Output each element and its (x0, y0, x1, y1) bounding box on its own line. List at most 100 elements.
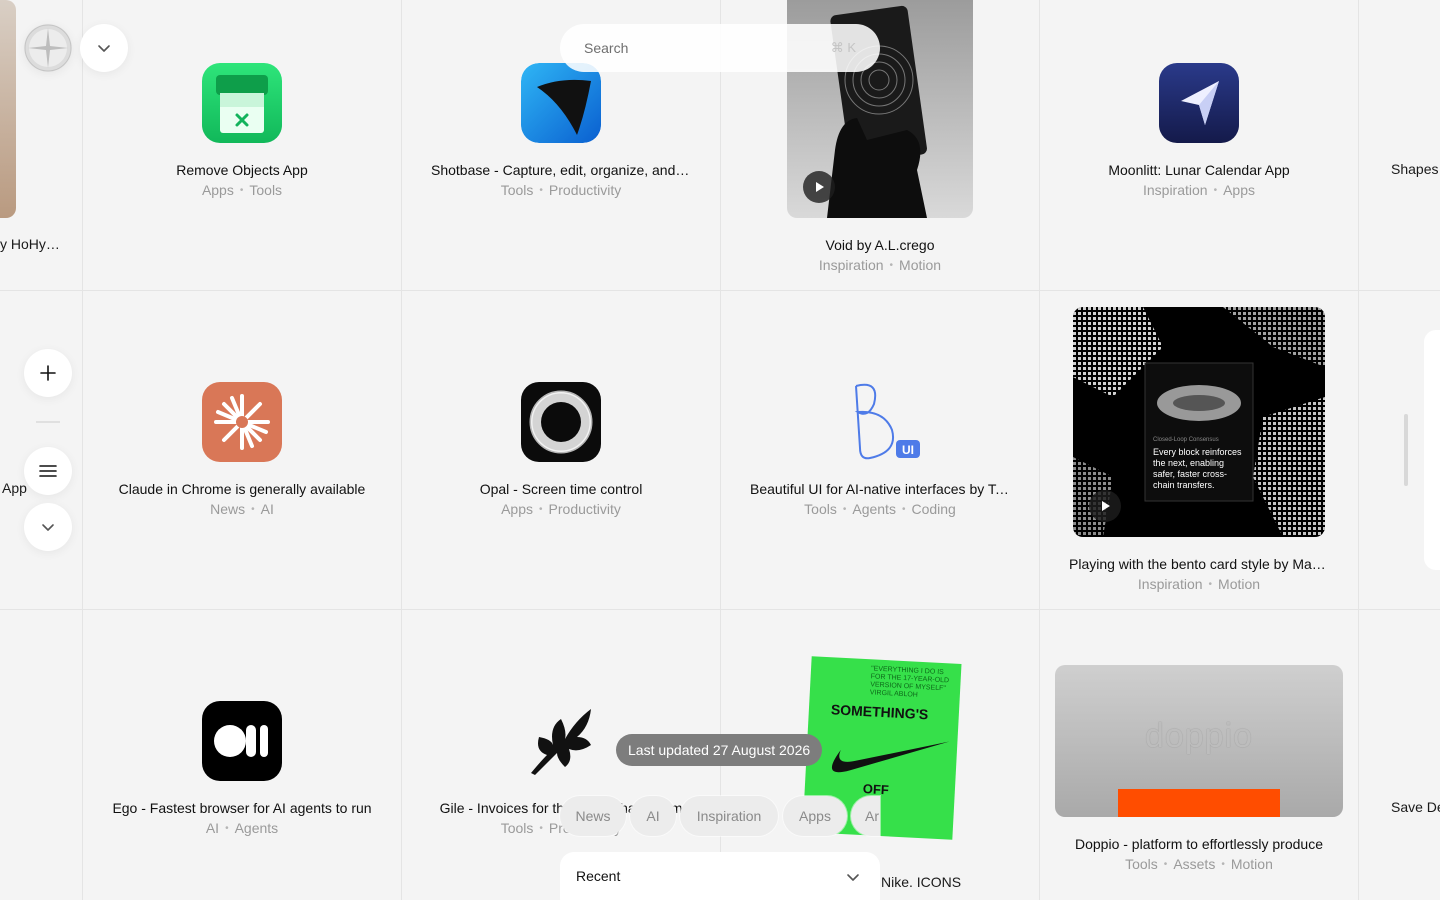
search-input[interactable]: Search (584, 40, 628, 56)
claude-app-icon (202, 382, 282, 462)
tag[interactable]: Inspiration (819, 257, 884, 273)
hamburger-icon (39, 465, 57, 477)
card-title: Ego - Fastest browser for AI agents to r… (112, 800, 372, 816)
tag[interactable]: AI (206, 820, 219, 836)
zoom-in-button[interactable] (24, 349, 72, 397)
card-title: Doppio - platform to effortlessly produc… (1075, 836, 1323, 852)
card-tags: Inspiration • Apps (1142, 182, 1256, 198)
tag[interactable]: Motion (899, 257, 941, 273)
card-ego[interactable]: Ego - Fastest browser for AI agents to r… (83, 610, 401, 900)
filter-chip-apps[interactable]: Apps (783, 796, 847, 836)
card-tags: Apps • Productivity (501, 501, 621, 517)
partial-card-title[interactable]: App (2, 480, 27, 496)
card-bento[interactable]: Closed-Loop Consensus Every block reinfo… (1040, 291, 1358, 609)
search-shortcut-hint: ⌘ K (830, 40, 856, 55)
list-view-button[interactable] (24, 447, 72, 495)
card-title: Shotbase - Capture, edit, organize, and … (431, 162, 691, 178)
tag[interactable]: Coding (911, 501, 955, 517)
tag[interactable]: Assets (1173, 856, 1215, 872)
ego-app-icon (202, 701, 282, 781)
doppio-logo-text: doppio (1144, 717, 1254, 755)
grid-divider (1358, 0, 1359, 900)
zoom-divider (36, 421, 60, 423)
card-title: Void by A.L.crego (825, 237, 935, 253)
plus-icon (40, 365, 56, 381)
tag[interactable]: Tools (501, 820, 534, 836)
partial-card-title[interactable]: Shapes (1391, 161, 1438, 177)
card-moonlitt[interactable]: Moonlitt: Lunar Calendar App Inspiration… (1040, 0, 1358, 290)
sort-selected-value: Recent (576, 868, 621, 884)
partial-card-title[interactable]: y HoHy… (0, 236, 60, 252)
card-title: Beautiful UI for AI-native interfaces by… (750, 481, 1010, 497)
moonlitt-app-icon (1159, 63, 1239, 143)
nike-off-text: OFF (862, 781, 890, 798)
card-title: Opal - Screen time control (479, 481, 643, 497)
app-root: y HoHy… App Shapes Save De Remove Object… (0, 0, 1440, 900)
partial-card-title[interactable]: Save De (1391, 799, 1440, 815)
filter-chip-news[interactable]: News (560, 796, 626, 836)
gile-leaf-icon (521, 701, 601, 781)
shotbase-app-icon (521, 63, 601, 143)
bento-video-thumbnail[interactable]: Closed-Loop Consensus Every block reinfo… (1073, 307, 1325, 537)
tag[interactable]: Agents (852, 501, 896, 517)
chevron-down-icon (847, 874, 859, 881)
tag[interactable]: AI (261, 501, 274, 517)
card-tags: Tools • Agents • Coding (804, 501, 956, 517)
tag[interactable]: Apps (202, 182, 234, 198)
play-icon[interactable] (803, 171, 835, 203)
filter-chip-ai[interactable]: AI (630, 796, 676, 836)
card-title: Playing with the bento card style by Mar… (1069, 556, 1329, 572)
remove-objects-app-icon (202, 63, 282, 143)
expand-button[interactable] (24, 503, 72, 551)
bento-small-text: Closed-Loop Consensus (1153, 437, 1219, 443)
card-tags: Inspiration • Motion (1137, 576, 1261, 592)
tag[interactable]: Productivity (549, 182, 621, 198)
logo-button[interactable] (24, 24, 72, 72)
doppio-orange-bar (1118, 789, 1280, 817)
card-bui[interactable]: UI Beautiful UI for AI-native interfaces… (721, 291, 1039, 609)
sort-dropdown[interactable]: Recent (560, 852, 880, 900)
svg-text:UI: UI (902, 443, 914, 457)
card-remove-objects[interactable]: Remove Objects App Apps • Tools (83, 0, 401, 290)
card-doppio[interactable]: doppio Doppio - platform to effortlessly… (1040, 610, 1358, 900)
card-opal[interactable]: Opal - Screen time control Apps • Producti… (402, 291, 720, 609)
card-title: Moonlitt: Lunar Calendar App (1108, 162, 1290, 178)
tag[interactable]: Tools (804, 501, 837, 517)
bui-logo-icon: UI (840, 382, 920, 462)
tag[interactable]: Tools (1125, 856, 1158, 872)
filter-chip-inspiration[interactable]: Inspiration (680, 796, 778, 836)
card-tags: News • AI (210, 501, 274, 517)
tag[interactable]: News (210, 501, 245, 517)
menu-dropdown-button[interactable] (80, 24, 128, 72)
tag[interactable]: Apps (1223, 182, 1255, 198)
tag[interactable]: Motion (1231, 856, 1273, 872)
tag[interactable]: Inspiration (1143, 182, 1208, 198)
side-panel-edge[interactable] (1424, 330, 1440, 570)
last-updated-badge: Last updated 27 August 2026 (616, 734, 823, 766)
tag[interactable]: Inspiration (1138, 576, 1203, 592)
chevron-down-icon (98, 45, 110, 52)
tag[interactable]: Agents (235, 820, 279, 836)
compass-logo-icon (24, 24, 72, 72)
card-tags: Inspiration • Motion (818, 257, 942, 273)
card-claude[interactable]: Claude in Chrome is generally available … (83, 291, 401, 609)
scrollbar-thumb[interactable] (1404, 414, 1408, 486)
card-tags: Apps • Tools (201, 182, 283, 198)
tag[interactable]: Productivity (549, 501, 621, 517)
tag[interactable]: Motion (1218, 576, 1260, 592)
partial-card-image[interactable] (0, 0, 16, 218)
play-icon[interactable] (1089, 490, 1121, 522)
tag[interactable]: Apps (501, 501, 533, 517)
tag[interactable]: Tools (501, 182, 534, 198)
card-title: Nike. ICONS (881, 874, 962, 890)
card-title: Claude in Chrome is generally available (118, 481, 366, 497)
card-tags: Tools • Assets • Motion (1125, 856, 1273, 872)
doppio-preview-image[interactable]: doppio (1055, 665, 1343, 817)
card-tags: AI • Agents (205, 820, 279, 836)
card-tags: Tools•Productivity (500, 182, 622, 198)
tag[interactable]: Tools (249, 182, 282, 198)
nike-quote-text: "EVERYTHING I DO IS FOR THE 17-YEAR-OLD … (869, 665, 950, 699)
card-title: Remove Objects App (176, 162, 308, 178)
opal-app-icon (521, 382, 601, 462)
search-bar[interactable]: Search ⌘ K (560, 24, 880, 72)
